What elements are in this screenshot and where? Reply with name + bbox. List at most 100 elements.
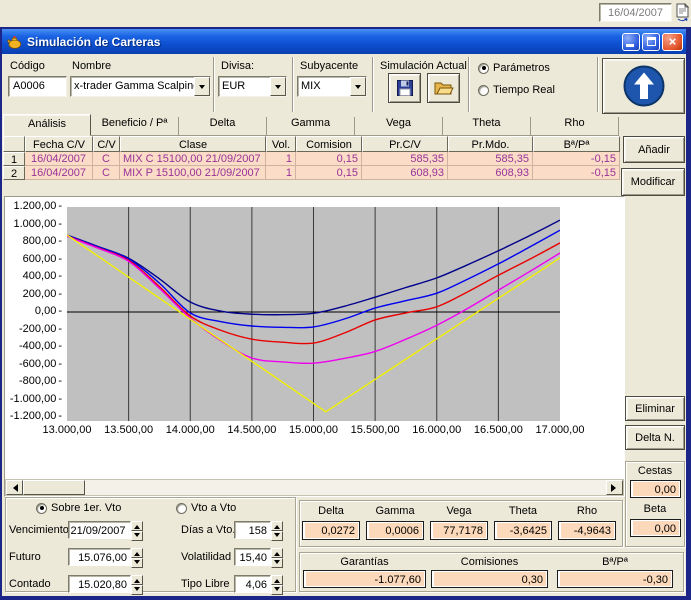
scroll-right-button[interactable] [606,480,623,495]
vencimiento-field[interactable]: 21/09/2007 [68,521,143,539]
contado-spin-down[interactable] [131,585,143,595]
chart-horizontal-scrollbar[interactable] [5,479,624,496]
contado-field[interactable]: 15.020,80 [68,575,143,593]
contado-value: 15.020,80 [68,575,131,593]
column-header[interactable] [3,136,25,152]
dias-spin-up[interactable] [271,521,283,531]
tab-rho[interactable]: Rho [531,117,619,136]
table-cell: 16/04/2007 [25,166,93,180]
save-simulation-button[interactable] [388,73,421,103]
dias-spin-down[interactable] [271,531,283,541]
vencimiento-spin-down[interactable] [131,531,143,541]
contado-spin-up[interactable] [131,575,143,585]
minimize-button[interactable] [622,33,640,51]
date-picker-button[interactable] [674,2,691,23]
volatilidad-field[interactable]: 15,40 [234,548,283,566]
spin-up-icon [134,576,140,583]
futuro-label: Futuro [9,551,41,563]
futuro-spin-up[interactable] [131,548,143,558]
up-arrow-icon [623,65,665,107]
app-icon [6,34,22,50]
futuro-field[interactable]: 15.076,00 [68,548,143,566]
tipo-libre-field[interactable]: 4,06 [234,575,283,593]
vencimiento-spin-up[interactable] [131,521,143,531]
scrollbar-thumb[interactable] [23,480,85,495]
tab-an-lisis[interactable]: Análisis [3,114,91,136]
dias-a-vto-field[interactable]: 158 [234,521,283,539]
volatilidad-value: 15,40 [234,548,271,566]
x-tick-label: 17.000,00 [524,424,596,436]
radio-tiempo-real[interactable]: Tiempo Real [478,84,555,96]
nombre-combobox[interactable]: x-trader Gamma Scalping [70,76,211,97]
greek-gamma-label: Gamma [366,505,424,517]
tab-delta[interactable]: Delta [179,117,267,136]
vol-spin-up[interactable] [271,548,283,558]
spin-down-icon [274,587,280,594]
date-field-value: 16/04/2007 [608,7,663,19]
greek-delta-label: Delta [302,505,360,517]
column-header[interactable]: Pr.Mdo. [448,136,533,152]
vol-spin-down[interactable] [271,558,283,568]
futuro-spin-down[interactable] [131,558,143,568]
column-header[interactable]: Bª/Pª [533,136,620,152]
application: 16/04/2007 Simulación de Carteras × [0,0,691,600]
table-cell: MIX C 15100,00 21/09/2007 [120,152,266,166]
radio-parametros[interactable]: Parámetros [478,62,550,74]
toolbar-separator [468,57,470,112]
tab-beneficio-p[interactable]: Beneficio / Pª [91,117,179,136]
titlebar[interactable]: Simulación de Carteras × [2,29,686,54]
column-header[interactable]: Vol. [266,136,296,152]
column-header[interactable]: Fecha C/V [25,136,93,152]
scroll-left-button[interactable] [6,480,23,495]
radio-tiempo-real-label: Tiempo Real [493,84,555,96]
tab-vega[interactable]: Vega [355,117,443,136]
anadir-button[interactable]: Añadir [623,136,685,163]
y-tick-label: 800,00 [4,235,62,247]
greek-gamma-value: 0,0006 [366,521,424,540]
codigo-input[interactable]: A0006 [8,76,67,97]
greek-theta-label: Theta [494,505,552,517]
y-tick-label: 1.000,00 [4,218,62,230]
tipo-spin-up[interactable] [271,575,283,585]
radio-vto-a-vto[interactable]: Vto a Vto [176,502,236,514]
spin-up-icon [134,549,140,556]
spin-down-icon [134,587,140,594]
table-cell: 1 [266,166,296,180]
table-header-row: Fecha C/VC/VClaseVol.ComisionPr.C/VPr.Md… [3,136,620,152]
table-row[interactable]: 116/04/2007CMIX C 15100,00 21/09/200710,… [3,152,620,166]
modificar-button[interactable]: Modificar [621,168,685,196]
spin-down-icon [274,560,280,567]
total-b-p-value: -0,30 [557,570,673,588]
eliminar-button[interactable]: Eliminar [625,396,685,421]
y-tick-label: 400,00 [4,270,62,282]
eliminar-label: Eliminar [635,403,675,415]
tab-theta[interactable]: Theta [443,117,531,136]
subyacente-combobox[interactable]: MIX [297,76,367,97]
open-simulation-button[interactable] [427,73,460,103]
calendar-flip-icon [675,3,690,22]
anadir-label: Añadir [638,144,670,156]
divisa-combobox[interactable]: EUR [218,76,287,97]
date-field[interactable]: 16/04/2007 [599,3,672,22]
table-cell: 585,35 [362,152,448,166]
column-header[interactable]: Clase [120,136,266,152]
up-arrow-button[interactable] [602,58,685,114]
column-header[interactable]: C/V [93,136,120,152]
modificar-label: Modificar [631,176,676,188]
divisa-dropdown-button[interactable] [270,77,286,96]
column-header[interactable]: Pr.C/V [362,136,448,152]
close-button[interactable]: × [662,33,683,51]
beta-value: 0,00 [630,519,681,537]
radio-sobre-1er-vto[interactable]: Sobre 1er. Vto [36,502,121,514]
cestas-value: 0,00 [630,480,681,498]
total-garant-as-label: Garantías [303,556,426,568]
nombre-dropdown-button[interactable] [194,77,210,96]
maximize-button[interactable] [642,33,660,51]
column-header[interactable]: Comision [296,136,362,152]
tipo-spin-down[interactable] [271,585,283,595]
delta-n-button[interactable]: Delta N. [625,425,685,450]
subyacente-dropdown-button[interactable] [350,77,366,96]
divisa-value: EUR [219,77,270,96]
table-row[interactable]: 216/04/2007CMIX P 15100,00 21/09/200710,… [3,166,620,180]
tab-gamma[interactable]: Gamma [267,117,355,136]
